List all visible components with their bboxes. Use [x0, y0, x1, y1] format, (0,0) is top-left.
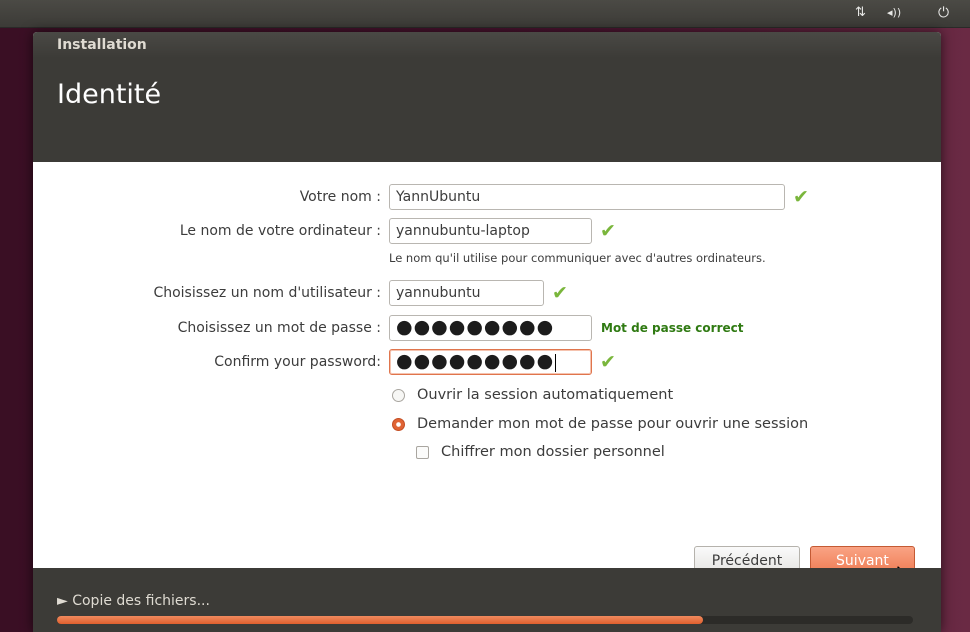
- confirm-password-label: Confirm your password:: [214, 354, 381, 370]
- confirm-password-field[interactable]: ●●●●●●●●●: [389, 349, 592, 375]
- encrypt-home-checkbox[interactable]: [416, 446, 429, 459]
- ask-password-label[interactable]: Demander mon mot de passe pour ouvrir un…: [417, 415, 808, 433]
- password-mask: ●●●●●●●●●: [396, 316, 555, 338]
- password-label: Choisissez un mot de passe :: [177, 320, 381, 336]
- username-field[interactable]: yannubuntu: [389, 280, 544, 306]
- name-valid-check-icon: ✔: [793, 186, 809, 208]
- progress-area: ► Copie des fichiers...: [33, 568, 941, 632]
- confirm-password-valid-check-icon: ✔: [600, 351, 616, 373]
- auto-login-radio[interactable]: [392, 389, 405, 402]
- password-field[interactable]: ●●●●●●●●●: [389, 315, 592, 341]
- text-caret: [555, 354, 557, 372]
- name-label: Votre nom :: [299, 189, 381, 205]
- username-valid-check-icon: ✔: [552, 282, 568, 304]
- encrypt-home-label[interactable]: Chiffrer mon dossier personnel: [441, 443, 665, 461]
- computer-name-label: Le nom de votre ordinateur :: [179, 223, 381, 239]
- window-title: Installation: [33, 32, 941, 58]
- computer-name-hint: Le nom qu'il utilise pour communiquer av…: [389, 251, 766, 265]
- top-panel: ⇅ ◂)) ⏻: [0, 0, 970, 28]
- username-label: Choisissez un nom d'utilisateur :: [153, 285, 381, 301]
- computer-name-valid-check-icon: ✔: [600, 220, 616, 242]
- password-strength-status: Mot de passe correct: [601, 321, 744, 335]
- progress-bar-fill: [57, 616, 704, 624]
- confirm-password-mask: ●●●●●●●●●: [396, 350, 555, 372]
- auto-login-label[interactable]: Ouvrir la session automatiquement: [417, 386, 673, 404]
- page-header: [33, 58, 941, 162]
- progress-expander[interactable]: ► Copie des fichiers...: [57, 592, 210, 610]
- computer-name-field[interactable]: yannubuntu-laptop: [389, 218, 592, 244]
- progress-bar: [57, 616, 913, 624]
- identity-form: Votre nom : YannUbuntu ✔ Le nom de votre…: [33, 162, 941, 587]
- page-title: Identité: [57, 79, 162, 110]
- volume-icon[interactable]: ◂)): [887, 5, 901, 21]
- network-icon[interactable]: ⇅: [855, 5, 866, 21]
- power-icon[interactable]: ⏻: [938, 5, 949, 21]
- name-field[interactable]: YannUbuntu: [389, 184, 785, 210]
- ask-password-radio[interactable]: [392, 418, 405, 431]
- installer-window: Installation Identité Votre nom : YannUb…: [33, 32, 941, 632]
